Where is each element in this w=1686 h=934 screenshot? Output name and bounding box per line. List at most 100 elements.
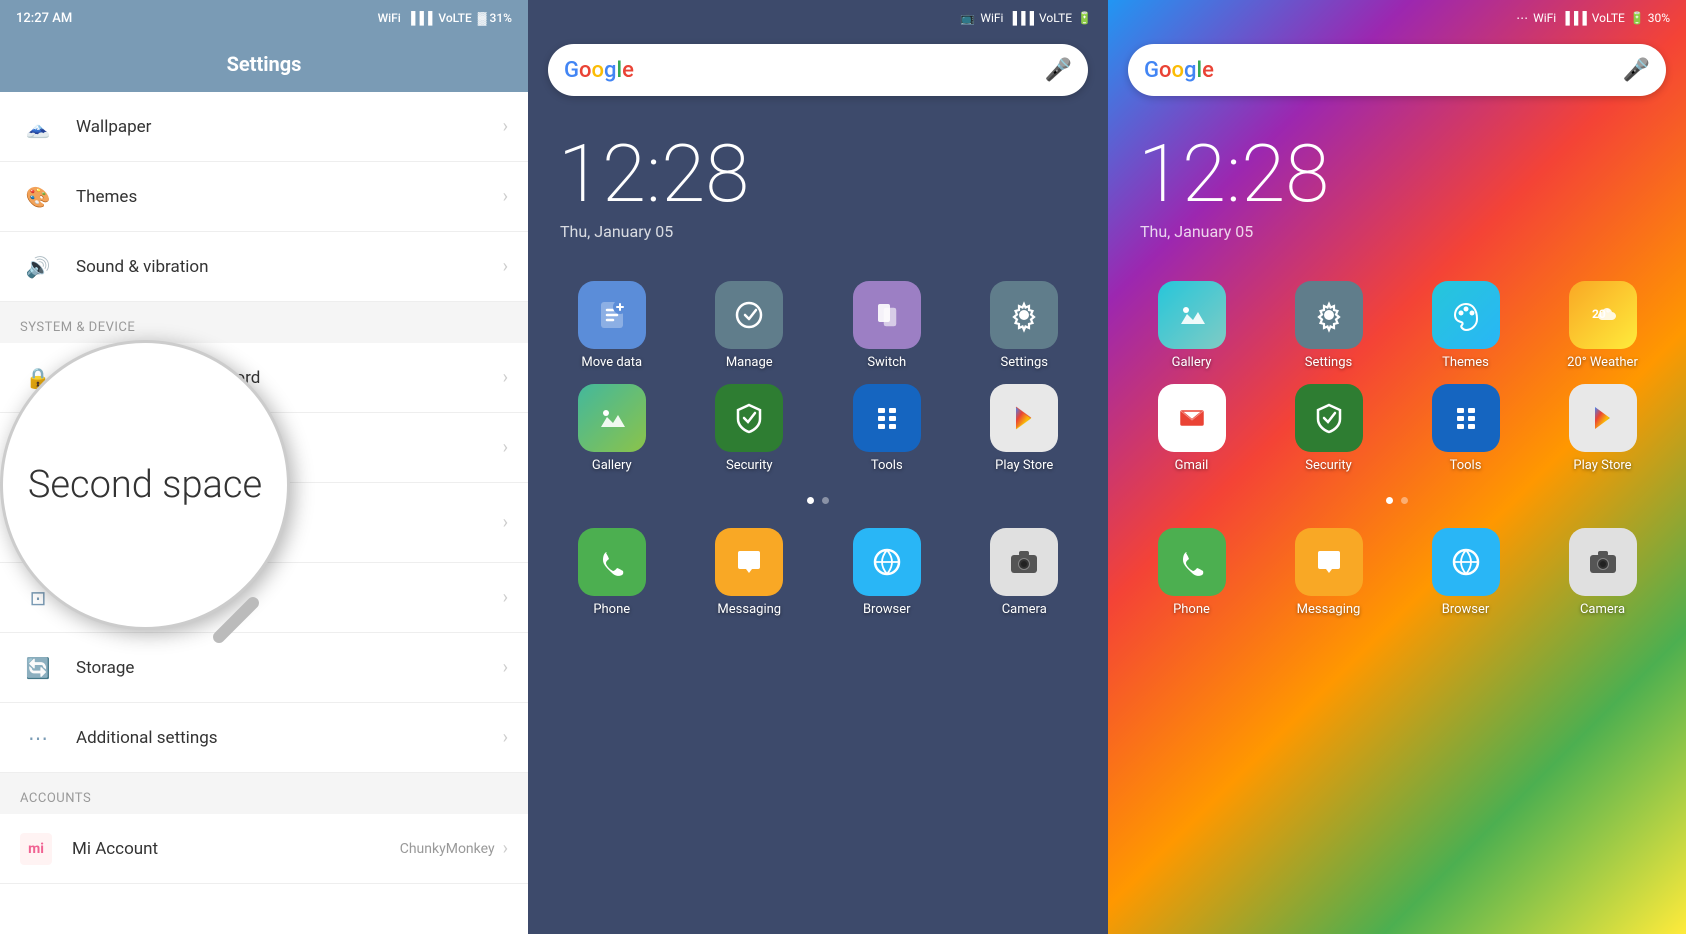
camera-color-app[interactable]: Camera bbox=[1539, 528, 1666, 617]
phone-color-app[interactable]: Phone bbox=[1128, 528, 1255, 617]
bottom-dock-color: Phone Messaging Browser bbox=[1108, 518, 1686, 647]
chevron-icon: › bbox=[503, 437, 508, 458]
status-icons: WiFi ▐▐▐ VoLTE ▓ 31% bbox=[378, 11, 512, 25]
sound-item[interactable]: 🔊 Sound & vibration › bbox=[0, 232, 528, 302]
security-label: Security bbox=[726, 458, 773, 473]
settings-color-app[interactable]: Settings bbox=[1265, 281, 1392, 370]
chevron-icon: › bbox=[503, 367, 508, 388]
camera-app[interactable]: Camera bbox=[961, 528, 1089, 617]
play-store-color-app[interactable]: Play Store bbox=[1539, 384, 1666, 473]
manage-app[interactable]: Manage bbox=[686, 281, 814, 370]
additional-label: Additional settings bbox=[76, 728, 503, 748]
move-data-label: Move data bbox=[581, 355, 642, 370]
chevron-icon: › bbox=[503, 838, 508, 859]
play-store-color-label: Play Store bbox=[1573, 458, 1631, 473]
messaging-app[interactable]: Messaging bbox=[686, 528, 814, 617]
themes-item[interactable]: 🎨 Themes › bbox=[0, 162, 528, 232]
storage-icon: 🔄 bbox=[20, 650, 56, 686]
page-dots-color bbox=[1108, 483, 1686, 518]
chevron-icon: › bbox=[503, 727, 508, 748]
weather-color-icon: 20° bbox=[1569, 281, 1637, 349]
google-logo-color: Google bbox=[1144, 58, 1214, 83]
messaging-color-app[interactable]: Messaging bbox=[1265, 528, 1392, 617]
security-app[interactable]: Security bbox=[686, 384, 814, 473]
wallpaper-label: Wallpaper bbox=[76, 117, 503, 137]
home-color-panel: ⋯ WiFi ▐▐▐ VoLTE 🔋 30% Google 🎤 12:28 Th… bbox=[1108, 0, 1686, 934]
tools-app[interactable]: Tools bbox=[823, 384, 951, 473]
home-dark-panel: 📺 WiFi ▐▐▐ VoLTE 🔋 Google 🎤 12:28 Thu, J… bbox=[528, 0, 1108, 934]
gmail-color-icon bbox=[1158, 384, 1226, 452]
gmail-color-label: Gmail bbox=[1175, 458, 1209, 473]
dot-2 bbox=[822, 497, 829, 504]
browser-color-label: Browser bbox=[1442, 602, 1490, 617]
security-color-app[interactable]: Security bbox=[1265, 384, 1392, 473]
mic-icon-color[interactable]: 🎤 bbox=[1623, 58, 1650, 83]
signal-icon: ▐▐▐ bbox=[1008, 11, 1034, 25]
browser-icon bbox=[853, 528, 921, 596]
google-search-bar[interactable]: Google 🎤 bbox=[548, 44, 1088, 96]
home-date: Thu, January 05 bbox=[528, 214, 1108, 271]
dots-icon: ⋯ bbox=[1516, 11, 1528, 25]
browser-color-app[interactable]: Browser bbox=[1402, 528, 1529, 617]
google-search-bar-color[interactable]: Google 🎤 bbox=[1128, 44, 1666, 96]
tools-color-icon bbox=[1432, 384, 1500, 452]
browser-app[interactable]: Browser bbox=[823, 528, 951, 617]
tools-color-app[interactable]: Tools bbox=[1402, 384, 1529, 473]
sound-label: Sound & vibration bbox=[76, 257, 503, 277]
messaging-color-label: Messaging bbox=[1297, 602, 1361, 617]
battery-icon: 🔋 bbox=[1077, 11, 1092, 25]
magnifier-text: Second space bbox=[28, 463, 262, 507]
camera-icon bbox=[990, 528, 1058, 596]
phone-app[interactable]: Phone bbox=[548, 528, 676, 617]
accounts-section-header: ACCOUNTS bbox=[0, 773, 528, 814]
wallpaper-item[interactable]: 🗻 Wallpaper › bbox=[0, 92, 528, 162]
mi-icon: mi bbox=[20, 833, 52, 865]
settings-header: Settings bbox=[0, 36, 528, 92]
additional-icon: ⋯ bbox=[20, 720, 56, 756]
mic-icon[interactable]: 🎤 bbox=[1045, 58, 1072, 83]
gallery-app[interactable]: Gallery bbox=[548, 384, 676, 473]
play-store-color-icon bbox=[1569, 384, 1637, 452]
mi-account-item[interactable]: mi Mi Account ChunkyMonkey › bbox=[0, 814, 528, 884]
switch-label: Switch bbox=[867, 355, 906, 370]
weather-color-app[interactable]: 20° 20° Weather bbox=[1539, 281, 1666, 370]
browser-label: Browser bbox=[863, 602, 911, 617]
dot-1 bbox=[807, 497, 814, 504]
gallery-color-label: Gallery bbox=[1172, 355, 1212, 370]
signal-icon: ▐▐▐ bbox=[1561, 11, 1587, 25]
tools-label: Tools bbox=[871, 458, 903, 473]
bottom-dock: Phone Messaging Browser bbox=[528, 518, 1108, 647]
settings-app[interactable]: Settings bbox=[961, 281, 1089, 370]
manage-icon bbox=[715, 281, 783, 349]
play-store-app[interactable]: Play Store bbox=[961, 384, 1089, 473]
phone-color-label: Phone bbox=[1173, 602, 1210, 617]
wallpaper-icon: 🗻 bbox=[20, 109, 56, 145]
status-time: 12:27 AM bbox=[16, 11, 72, 26]
magnifier-overlay: Second space bbox=[0, 340, 290, 630]
battery-icon: 🔋 30% bbox=[1630, 11, 1670, 25]
themes-icon: 🎨 bbox=[20, 179, 56, 215]
tools-icon bbox=[853, 384, 921, 452]
move-data-app[interactable]: Move data bbox=[548, 281, 676, 370]
switch-app[interactable]: Switch bbox=[823, 281, 951, 370]
volte-label: VoLTE bbox=[1039, 11, 1072, 25]
chevron-icon: › bbox=[503, 512, 508, 533]
storage-item[interactable]: 🔄 Storage › bbox=[0, 633, 528, 703]
play-store-icon bbox=[990, 384, 1058, 452]
security-color-icon bbox=[1295, 384, 1363, 452]
phone-color-icon bbox=[1158, 528, 1226, 596]
apps-row2-color: Gmail Security bbox=[1108, 380, 1686, 483]
status-bar: 12:27 AM WiFi ▐▐▐ VoLTE ▓ 31% bbox=[0, 0, 528, 36]
themes-color-app[interactable]: Themes bbox=[1402, 281, 1529, 370]
move-data-icon bbox=[578, 281, 646, 349]
messaging-label: Messaging bbox=[717, 602, 781, 617]
home-clock: 12:28 bbox=[528, 104, 1108, 214]
status-icons-color: ⋯ WiFi ▐▐▐ VoLTE 🔋 30% bbox=[1516, 11, 1670, 25]
home-clock-color: 12:28 bbox=[1108, 104, 1686, 214]
storage-label: Storage bbox=[76, 658, 503, 678]
apps-row1-color: Gallery Settings Themes bbox=[1108, 271, 1686, 380]
additional-item[interactable]: ⋯ Additional settings › bbox=[0, 703, 528, 773]
gallery-color-app[interactable]: Gallery bbox=[1128, 281, 1255, 370]
settings-panel: 12:27 AM WiFi ▐▐▐ VoLTE ▓ 31% Settings 🗻… bbox=[0, 0, 528, 934]
gmail-color-app[interactable]: Gmail bbox=[1128, 384, 1255, 473]
